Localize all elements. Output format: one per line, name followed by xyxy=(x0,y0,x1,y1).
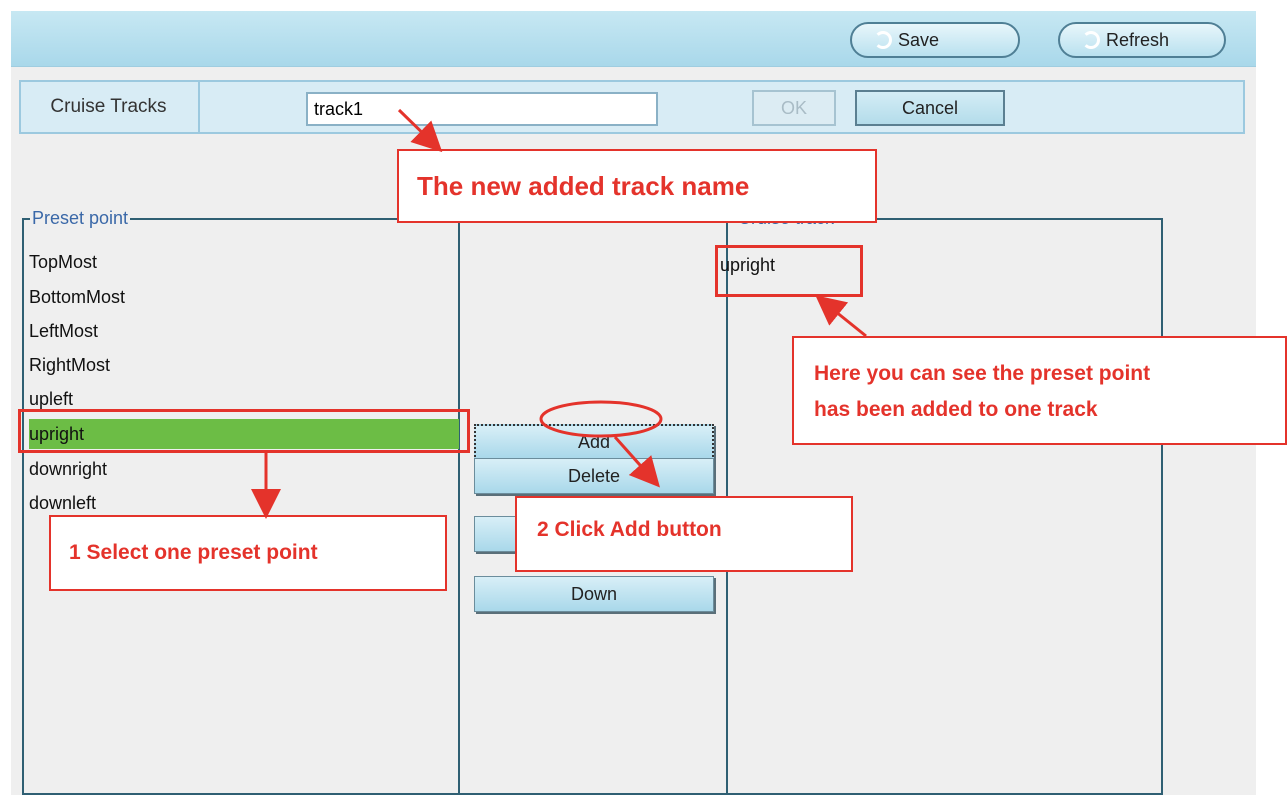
annotation-arrows xyxy=(251,108,867,519)
arrow-to-click-add-callout xyxy=(613,436,660,488)
add-button-circle xyxy=(539,400,663,438)
arrow-to-cruise-item xyxy=(815,295,867,338)
arrow-to-track-input xyxy=(397,108,443,153)
